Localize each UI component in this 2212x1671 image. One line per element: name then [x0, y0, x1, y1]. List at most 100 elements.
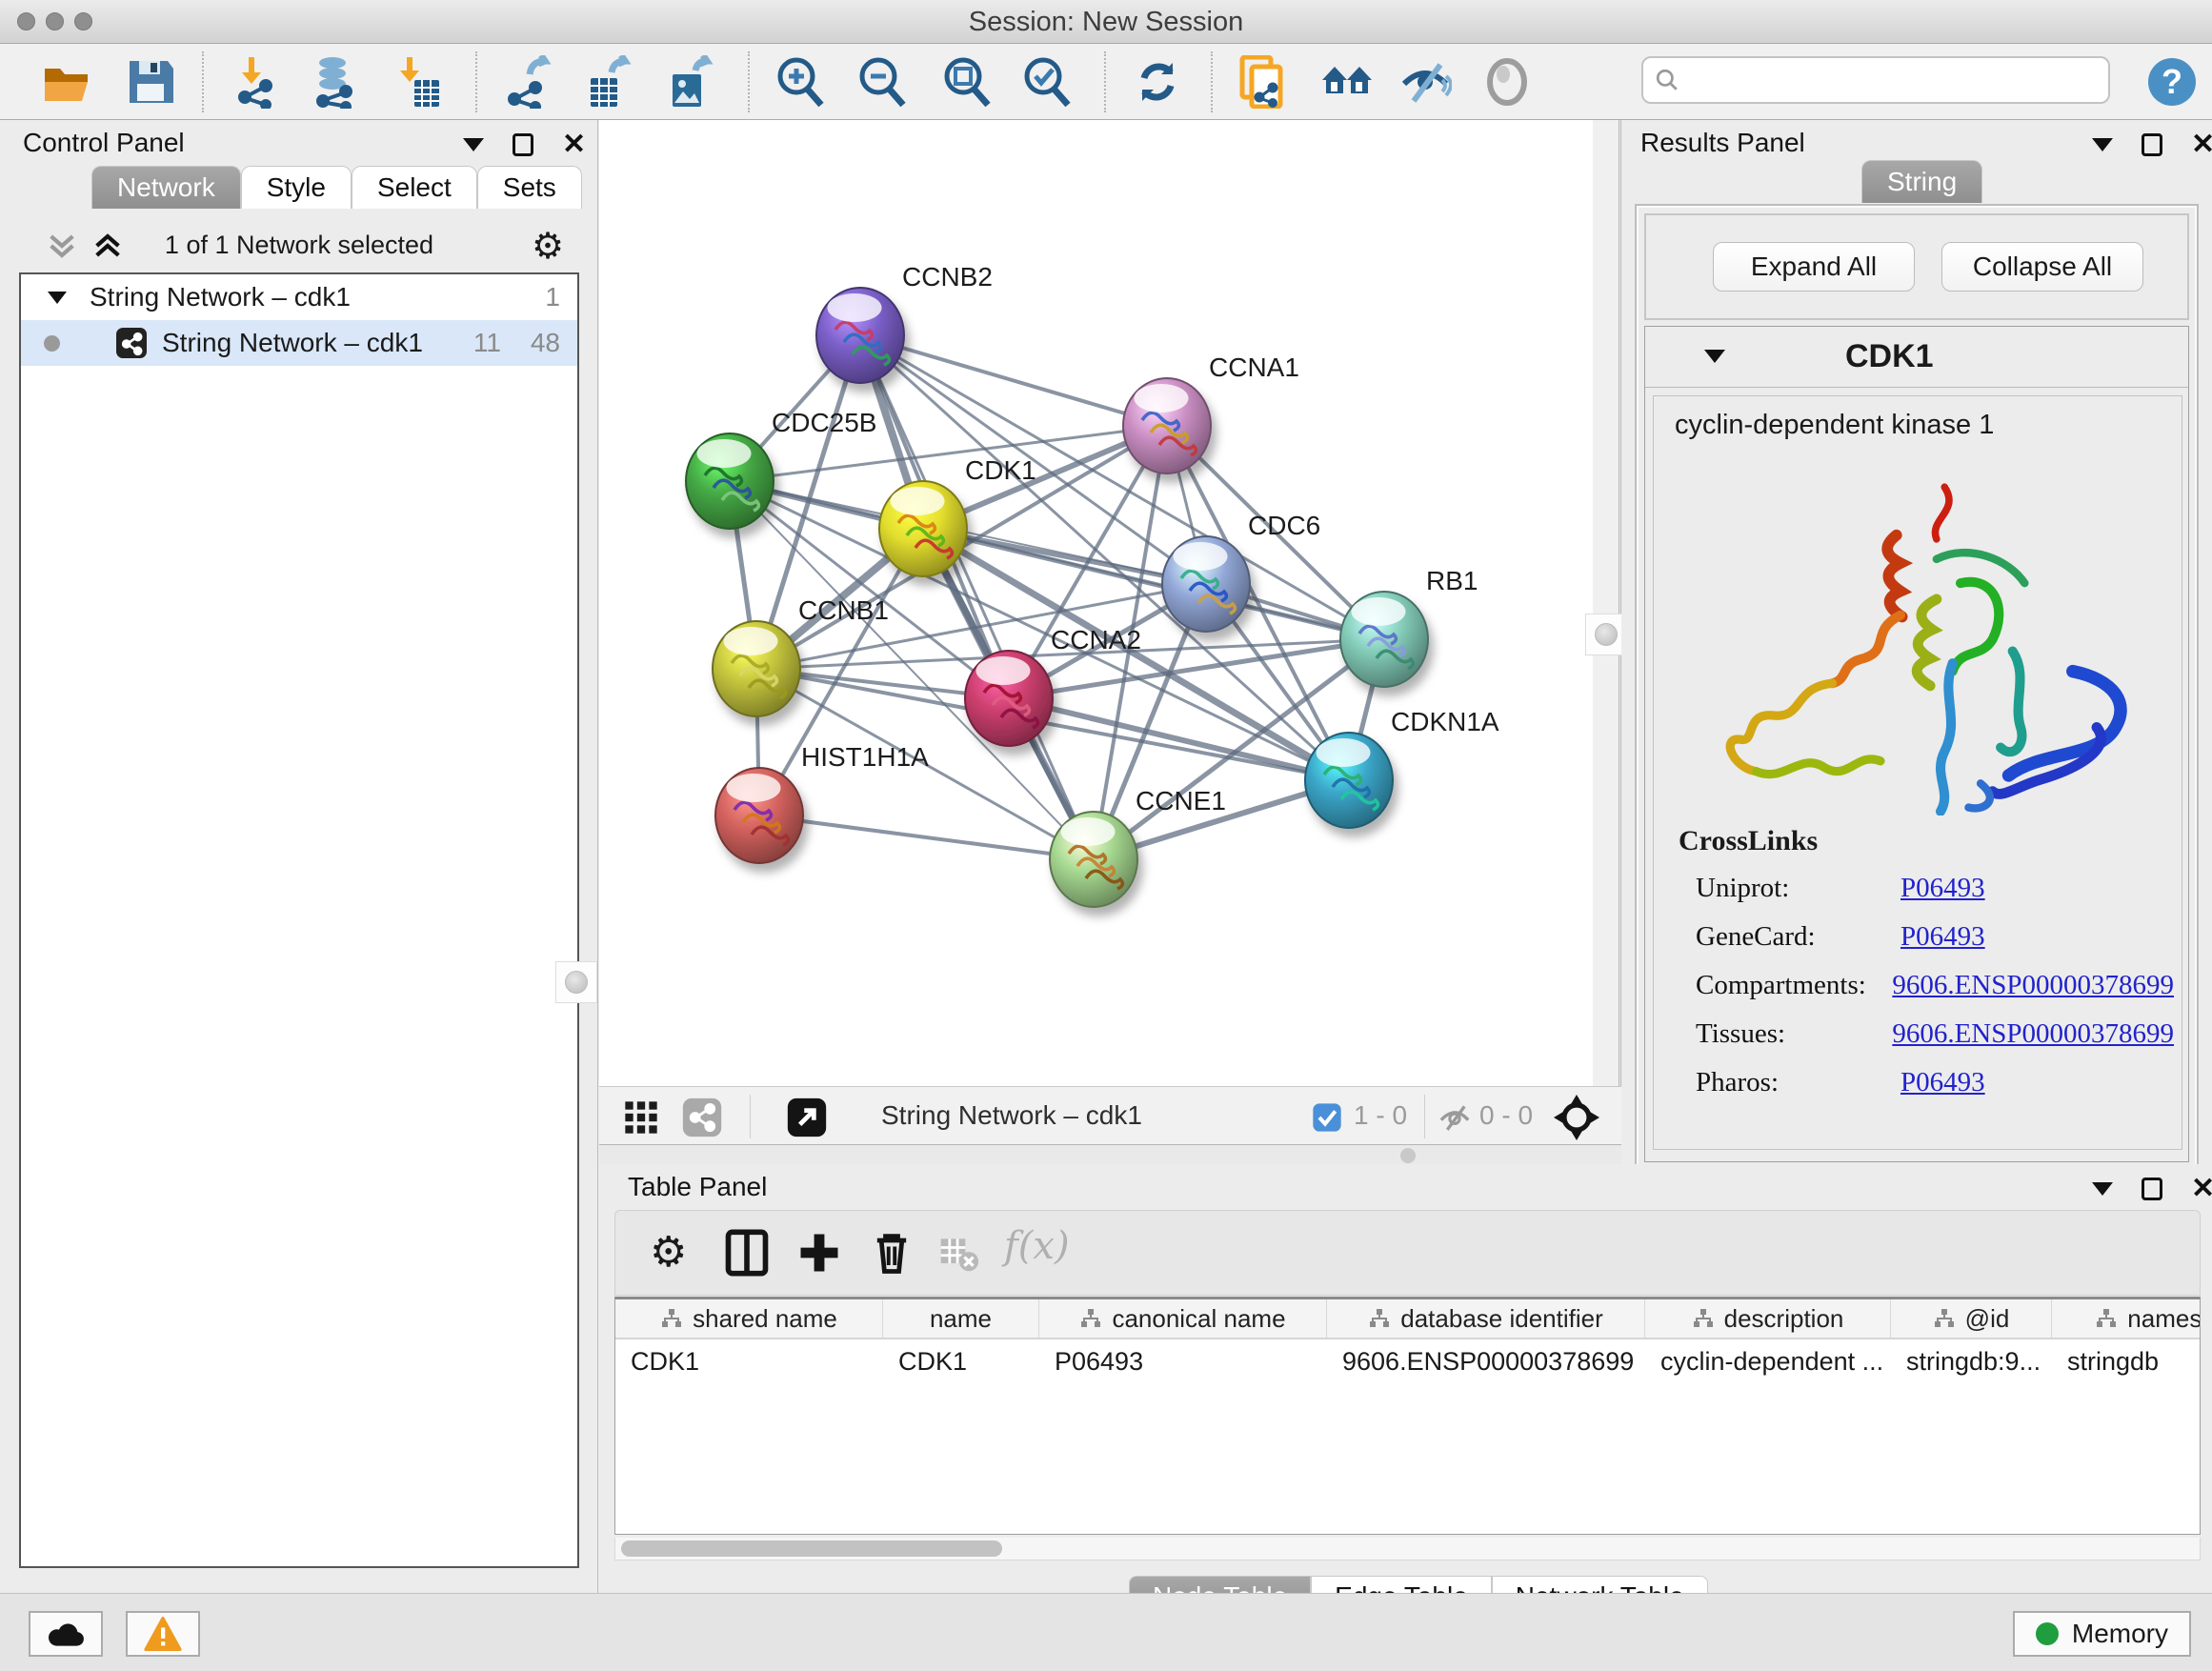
help-icon[interactable]: ? — [2145, 55, 2199, 109]
export-image-icon[interactable] — [665, 55, 718, 109]
memory-button[interactable]: Memory — [2013, 1611, 2191, 1657]
crosslinks-heading: CrossLinks — [1679, 825, 2174, 857]
window-close-button[interactable] — [17, 12, 35, 30]
network-edge-CCNE1-CCNB2[interactable] — [860, 335, 1094, 859]
left-splitter-handle[interactable] — [555, 961, 597, 1003]
memory-label: Memory — [2072, 1619, 2168, 1649]
collapse-all-button[interactable]: Collapse All — [1941, 242, 2143, 292]
network-node-CCNB1[interactable]: CCNB1 — [713, 595, 889, 716]
save-session-icon[interactable] — [124, 55, 177, 109]
control-panel-float-icon[interactable] — [513, 133, 533, 156]
first-neighbors-icon[interactable] — [1320, 55, 1374, 109]
hide-selected-icon[interactable] — [1398, 55, 1452, 109]
column-header-description[interactable]: description — [1645, 1299, 1891, 1338]
zoom-fit-icon[interactable] — [940, 55, 994, 109]
uniprot-link[interactable]: P06493 — [1900, 873, 1985, 904]
results-panel-close-icon[interactable]: ✕ — [2191, 133, 2212, 156]
network-thumbnail-icon[interactable] — [681, 1097, 723, 1138]
gene-expander-icon[interactable] — [1704, 350, 1725, 363]
open-session-icon[interactable] — [40, 55, 93, 109]
pharos-link[interactable]: P06493 — [1900, 1067, 1985, 1098]
cloud-status-button[interactable] — [29, 1611, 103, 1657]
table-cell[interactable]: CDK1 — [883, 1339, 1039, 1383]
tab-network[interactable]: Network — [91, 166, 241, 209]
tab-string[interactable]: String — [1861, 160, 1982, 203]
table-cell[interactable]: CDK1 — [615, 1339, 883, 1383]
node-label-RB1: RB1 — [1426, 566, 1478, 595]
table-panel-float-icon[interactable] — [2142, 1178, 2162, 1200]
import-network-database-icon[interactable] — [308, 55, 361, 109]
column-header--id[interactable]: @id — [1891, 1299, 2052, 1338]
show-all-icon[interactable] — [1480, 55, 1534, 109]
export-network-icon[interactable] — [503, 55, 556, 109]
table-cell[interactable]: cyclin-dependent ... — [1645, 1339, 1891, 1383]
search-field[interactable] — [1641, 56, 2110, 104]
column-header-canonical-name[interactable]: canonical name — [1039, 1299, 1327, 1338]
network-edge-CCNE1-HIST1H1A[interactable] — [759, 815, 1094, 859]
network-node-HIST1H1A[interactable]: HIST1H1A — [715, 742, 929, 863]
open-in-window-icon[interactable] — [786, 1097, 828, 1138]
zoom-out-icon[interactable] — [855, 55, 909, 109]
cloud-icon — [45, 1619, 87, 1649]
control-panel-close-icon[interactable]: ✕ — [562, 133, 586, 156]
network-node-CCNA1[interactable]: CCNA1 — [1123, 352, 1299, 473]
compartments-link[interactable]: 9606.ENSP00000378699 — [1892, 970, 2174, 1001]
table-cell[interactable]: 9606.ENSP00000378699 — [1327, 1339, 1645, 1383]
import-network-file-icon[interactable] — [231, 55, 285, 109]
genecard-link[interactable]: P06493 — [1900, 921, 1985, 953]
search-input[interactable] — [1687, 62, 2097, 98]
clone-network-icon[interactable] — [1237, 55, 1290, 109]
results-panel-float-icon[interactable] — [2142, 133, 2162, 156]
window-minimize-button[interactable] — [46, 12, 64, 30]
column-header-name[interactable]: name — [883, 1299, 1039, 1338]
export-table-icon[interactable] — [583, 55, 636, 109]
grid-view-icon[interactable] — [622, 1098, 660, 1137]
warning-icon — [144, 1617, 182, 1651]
window-zoom-button[interactable] — [74, 12, 92, 30]
column-header-database-identifier[interactable]: database identifier — [1327, 1299, 1645, 1338]
control-panel-menu-icon[interactable] — [463, 138, 484, 151]
delete-column-icon[interactable] — [867, 1228, 916, 1278]
collection-expander-icon[interactable] — [48, 292, 67, 304]
table-options-gear-icon[interactable]: ⚙ — [650, 1228, 699, 1278]
network-node-RB1[interactable]: RB1 — [1340, 566, 1478, 687]
tab-select[interactable]: Select — [352, 166, 477, 209]
column-header-namespace[interactable]: namespace — [2052, 1299, 2201, 1338]
node-table: shared namenamecanonical namedatabase id… — [614, 1297, 2201, 1535]
warning-status-button[interactable] — [126, 1611, 200, 1657]
window-title: Session: New Session — [0, 0, 2212, 44]
import-table-file-icon[interactable] — [390, 55, 443, 109]
refresh-icon[interactable] — [1131, 55, 1184, 109]
collection-label: String Network – cdk1 — [90, 274, 351, 320]
create-column-icon[interactable] — [794, 1228, 844, 1278]
table-cell[interactable]: stringdb:9... — [1891, 1339, 2052, 1383]
table-panel-close-icon[interactable]: ✕ — [2191, 1178, 2212, 1200]
tab-style[interactable]: Style — [241, 166, 352, 209]
tab-sets[interactable]: Sets — [477, 166, 582, 209]
network-edge-CCNB2-CCNA1[interactable] — [860, 335, 1167, 426]
zoom-in-icon[interactable] — [774, 55, 827, 109]
table-panel-menu-icon[interactable] — [2092, 1182, 2113, 1196]
column-type-icon — [2095, 1307, 2118, 1330]
crosslink-label: Compartments: — [1696, 970, 1892, 1001]
scrollbar-thumb[interactable] — [621, 1540, 1002, 1557]
selected-checkbox-icon[interactable] — [1312, 1102, 1342, 1133]
network-selection-status: 1 of 1 Network selected — [19, 231, 579, 260]
table-panel: Table Panel ✕ ⚙ f(x) shared namenamecano… — [599, 1164, 2212, 1593]
tissues-link[interactable]: 9606.ENSP00000378699 — [1892, 1018, 2174, 1050]
network-row[interactable]: String Network – cdk1 11 48 — [21, 320, 577, 366]
network-node-CDKN1A[interactable]: CDKN1A — [1305, 707, 1499, 828]
network-options-gear-icon[interactable]: ⚙ — [532, 225, 564, 268]
show-columns-icon[interactable] — [722, 1228, 772, 1278]
birds-eye-view-icon[interactable] — [1554, 1095, 1599, 1140]
network-view-canvas[interactable]: CCNB2CCNA1CDC25BCDK1CDC6RB1CCNB1CCNA2CDK… — [599, 120, 1593, 1086]
results-panel-menu-icon[interactable] — [2092, 138, 2113, 151]
network-collection-row[interactable]: String Network – cdk1 1 — [21, 274, 577, 320]
table-row[interactable]: CDK1CDK1P064939606.ENSP00000378699cyclin… — [615, 1339, 2200, 1383]
zoom-selected-icon[interactable] — [1020, 55, 1074, 109]
table-cell[interactable]: P06493 — [1039, 1339, 1327, 1383]
expand-all-button[interactable]: Expand All — [1713, 242, 1915, 292]
table-horizontal-scrollbar[interactable] — [614, 1538, 2201, 1560]
column-header-shared-name[interactable]: shared name — [615, 1299, 883, 1338]
table-cell[interactable]: stringdb — [2052, 1339, 2201, 1383]
